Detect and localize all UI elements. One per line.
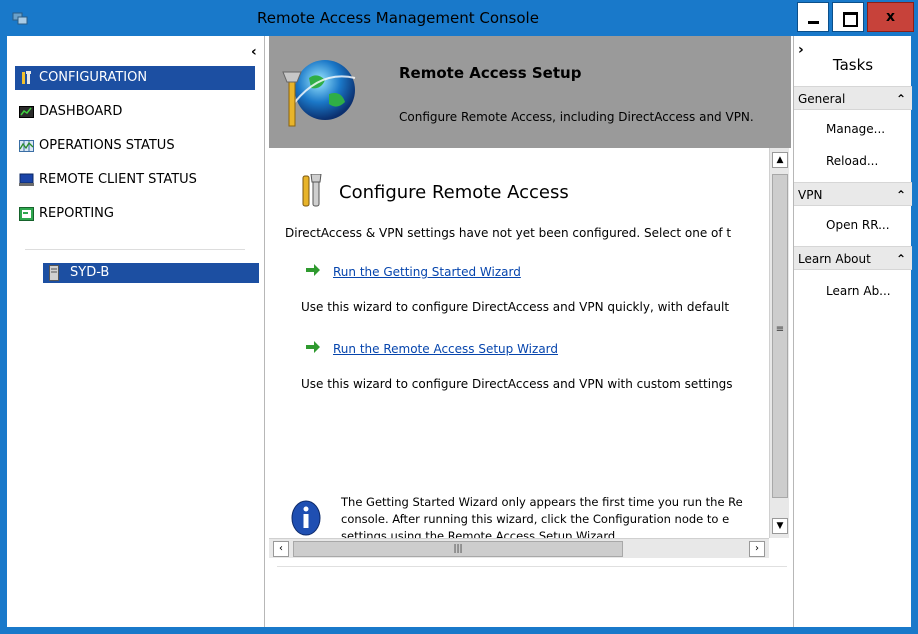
window-bottom-border <box>0 627 918 634</box>
scroll-right-arrow-icon[interactable]: › <box>749 541 765 557</box>
info-line-3: settings using the Remote Access Setup W… <box>341 529 619 538</box>
nav-item-label: OPERATIONS STATUS <box>39 138 175 153</box>
scroll-grip-icon: ≡ <box>775 324 785 335</box>
setup-banner: Remote Access Setup Configure Remote Acc… <box>269 36 791 148</box>
server-label: SYD-B <box>70 265 110 280</box>
banner-subtitle: Configure Remote Access, including Direc… <box>399 110 754 124</box>
globe-tools-icon <box>282 60 356 127</box>
banner-title: Remote Access Setup <box>399 64 582 82</box>
config-description: DirectAccess & VPN settings have not yet… <box>285 226 732 240</box>
configure-heading: Configure Remote Access <box>339 182 569 203</box>
title-bar[interactable]: Remote Access Management Console x <box>0 0 918 36</box>
task-group-label: VPN <box>798 188 823 202</box>
nav-item-dashboard[interactable]: DASHBOARD <box>15 100 255 124</box>
green-arrow-icon <box>306 341 320 353</box>
task-group-vpn[interactable]: VPN ⌃ <box>794 182 912 206</box>
collapse-nav-icon[interactable]: ‹ <box>251 44 257 60</box>
scroll-up-arrow-icon[interactable]: ▲ <box>772 152 788 168</box>
setup-wizard-description: Use this wizard to configure DirectAcces… <box>301 377 733 391</box>
left-navigation-pane: ‹ CONFIGURATION DASHBOARD OPERATIONS STA… <box>7 36 265 627</box>
task-group-general[interactable]: General ⌃ <box>794 86 912 110</box>
chevron-up-icon[interactable]: ⌃ <box>896 87 906 111</box>
close-button[interactable]: x <box>867 2 914 32</box>
window-title: Remote Access Management Console <box>257 9 539 27</box>
task-learn-about[interactable]: Learn Ab... <box>826 284 891 298</box>
nav-item-label: REMOTE CLIENT STATUS <box>39 172 197 187</box>
getting-started-wizard-link[interactable]: Run the Getting Started Wizard <box>333 265 521 279</box>
task-group-learn-about[interactable]: Learn About ⌃ <box>794 246 912 270</box>
scroll-grip-icon: ||| <box>453 544 463 554</box>
client-area: ‹ CONFIGURATION DASHBOARD OPERATIONS STA… <box>7 36 912 627</box>
configuration-icon <box>22 71 31 84</box>
remote-client-status-icon <box>19 173 34 186</box>
task-open-rras[interactable]: Open RR... <box>826 218 890 232</box>
window-frame: Remote Access Management Console x ‹ CON… <box>0 0 918 634</box>
dashboard-icon <box>19 106 34 118</box>
horizontal-scroll-thumb[interactable]: ||| <box>293 541 623 557</box>
maximize-button[interactable] <box>832 2 864 32</box>
task-manage[interactable]: Manage... <box>826 122 885 136</box>
info-line-1: The Getting Started Wizard only appears … <box>341 495 743 509</box>
scroll-down-arrow-icon[interactable]: ▼ <box>772 518 788 534</box>
getting-started-description: Use this wizard to configure DirectAcces… <box>301 300 730 314</box>
nav-item-configuration[interactable]: CONFIGURATION <box>15 66 255 90</box>
content-divider <box>277 566 787 567</box>
nav-item-label: CONFIGURATION <box>39 70 148 85</box>
scroll-left-arrow-icon[interactable]: ‹ <box>273 541 289 557</box>
nav-divider <box>25 249 245 250</box>
server-icon <box>49 265 59 281</box>
setup-wizard-link[interactable]: Run the Remote Access Setup Wizard <box>333 342 558 356</box>
minimize-button[interactable] <box>797 2 829 32</box>
close-icon: x <box>885 9 896 25</box>
reporting-icon <box>19 207 34 221</box>
operations-status-icon <box>19 140 34 152</box>
chevron-up-icon[interactable]: ⌃ <box>896 183 906 207</box>
info-line-2: console. After running this wizard, clic… <box>341 512 730 526</box>
green-arrow-icon <box>306 264 320 276</box>
tasks-pane: › Tasks General ⌃ Manage... Reload... VP… <box>793 36 912 627</box>
nav-item-reporting[interactable]: REPORTING <box>15 202 255 226</box>
server-node[interactable]: SYD-B <box>43 263 259 283</box>
horizontal-scrollbar[interactable]: ‹ ||| › <box>269 538 769 558</box>
configure-content: Configure Remote Access DirectAccess & V… <box>269 148 769 538</box>
task-reload[interactable]: Reload... <box>826 154 878 168</box>
task-group-label: General <box>798 92 846 106</box>
tasks-title: Tasks <box>832 56 874 74</box>
info-icon <box>291 500 321 536</box>
configure-tools-icon <box>302 174 322 207</box>
nav-item-label: REPORTING <box>39 206 114 221</box>
nav-item-remote-client-status[interactable]: REMOTE CLIENT STATUS <box>15 168 255 192</box>
nav-item-label: DASHBOARD <box>39 104 123 119</box>
task-group-label: Learn About <box>798 252 871 266</box>
center-pane: Remote Access Setup Configure Remote Acc… <box>269 36 791 627</box>
info-note: The Getting Started Wizard only appears … <box>341 494 743 538</box>
vertical-scrollbar[interactable]: ▲ ≡ ▼ <box>769 148 789 538</box>
vertical-scroll-thumb[interactable]: ≡ <box>772 174 788 498</box>
nav-item-operations-status[interactable]: OPERATIONS STATUS <box>15 134 255 158</box>
chevron-up-icon[interactable]: ⌃ <box>896 247 906 271</box>
